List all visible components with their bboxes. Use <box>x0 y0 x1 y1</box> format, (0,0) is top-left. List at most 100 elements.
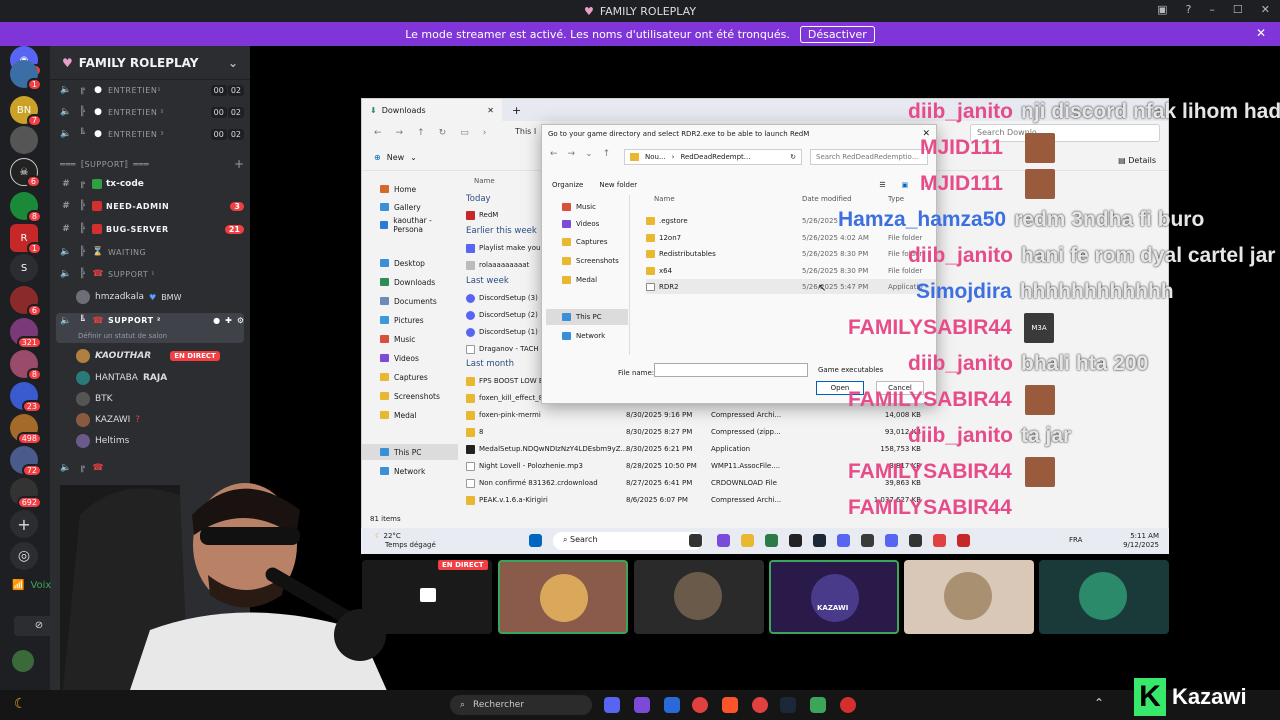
column-header-name[interactable]: Name <box>474 177 495 185</box>
refresh-icon[interactable]: ↻ <box>790 153 796 161</box>
language-indicator[interactable]: FRA <box>1069 536 1082 544</box>
help-icon[interactable]: ? <box>1186 3 1192 16</box>
nav-captures[interactable]: Captures <box>546 234 628 250</box>
add-server-button[interactable]: + <box>10 510 38 538</box>
nav-pictures[interactable]: Pictures <box>362 312 458 328</box>
app-icon[interactable] <box>634 697 650 713</box>
app-icon[interactable] <box>664 697 680 713</box>
plus-icon[interactable]: + <box>234 157 244 171</box>
explore-button[interactable]: ◎ <box>10 542 38 570</box>
group-header[interactable]: Earlier this week <box>466 226 537 236</box>
voice-user[interactable]: HANTABA RAJA <box>76 369 167 387</box>
file-row[interactable]: Non confirmé 831362.crdownload 8/27/2025 … <box>466 475 1166 491</box>
column-header-type[interactable]: Type <box>888 195 904 203</box>
voice-channel-waiting[interactable]: 🔈 ╠ ⌛ WAITING <box>56 242 244 262</box>
text-channel-need-admin[interactable]: # ╠ NEED-ADMIN 3 <box>56 196 244 216</box>
forward-icon[interactable]: → <box>568 149 576 159</box>
add-user-icon[interactable]: ✚ <box>225 316 232 325</box>
server-icon[interactable]: 72 <box>10 446 42 477</box>
stream-tile[interactable] <box>634 560 764 634</box>
column-header-name[interactable]: Name <box>654 195 675 203</box>
voice-channel-entretien3[interactable]: 🔈 ╚ ● ENTRETIEN ³ 00 02 <box>56 124 244 144</box>
nav-captures[interactable]: Captures <box>362 369 458 385</box>
chat-icon[interactable]: ● <box>213 316 220 325</box>
group-header[interactable]: Last week <box>466 276 509 286</box>
stream-tile[interactable] <box>498 560 628 634</box>
server-icon[interactable]: 8 <box>10 192 42 223</box>
chrome-icon[interactable] <box>692 697 708 713</box>
voice-channel-support1[interactable]: 🔈 ╠ ☎ SUPPORT ¹ <box>56 264 244 284</box>
view-icon[interactable]: ☰ <box>879 181 885 189</box>
maximize-button[interactable]: ☐ <box>1233 3 1243 16</box>
nav-music[interactable]: Music <box>546 199 628 215</box>
guild-header[interactable]: ♥ FAMILY ROLEPLAY ⌄ <box>50 46 250 80</box>
settings-icon[interactable] <box>861 534 874 547</box>
close-button[interactable]: ✕ <box>1261 3 1270 16</box>
nav-screenshots[interactable]: Screenshots <box>546 253 628 269</box>
server-icon[interactable]: 23 <box>10 382 42 413</box>
new-folder-button[interactable]: New folder <box>599 181 637 189</box>
nav-gallery[interactable]: Gallery <box>362 199 458 215</box>
host-search[interactable]: ⌕ Rechercher <box>450 695 592 715</box>
group-header[interactable]: Today <box>466 194 491 204</box>
task-view-icon[interactable] <box>689 534 702 547</box>
channel-status[interactable]: Définir un statut de salon <box>78 332 167 340</box>
tab-downloads[interactable]: ⬇ Downloads ✕ <box>362 99 502 121</box>
address-bar[interactable]: This I <box>512 124 542 142</box>
file-row[interactable]: foxen-pink-mermi 8/30/2025 9:16 PM Compres… <box>466 407 1166 423</box>
taskbar-clock[interactable]: 5:11 AM 9/12/2025 <box>1123 532 1159 550</box>
filename-input[interactable] <box>654 363 808 377</box>
chevron-down-icon[interactable]: ⌄ <box>585 149 593 159</box>
file-row[interactable]: PEAK.v.1.6.a-Kirigiri 8/6/2025 6:07 PM Com… <box>466 492 1166 508</box>
nav-music[interactable]: Music <box>362 331 458 347</box>
banner-close-icon[interactable]: ✕ <box>1256 26 1266 40</box>
minimize-button[interactable]: – <box>1209 3 1215 16</box>
nav-videos[interactable]: Videos <box>546 216 628 232</box>
up-icon[interactable]: ↑ <box>417 128 425 138</box>
path-bar[interactable]: Nou... › RedDeadRedempt... ↻ <box>624 149 802 165</box>
chrome-icon[interactable] <box>933 534 946 547</box>
up-icon[interactable]: ↑ <box>603 149 611 159</box>
redm-icon[interactable] <box>957 534 970 547</box>
text-channel-bug-server[interactable]: # ╠ BUG-SERVER 21 <box>56 219 244 239</box>
chevron-up-icon[interactable]: ⌃ <box>1094 696 1104 710</box>
explorer-icon[interactable] <box>741 534 754 547</box>
disable-streamer-button[interactable]: Désactiver <box>799 25 875 43</box>
search-input[interactable]: Search RedDeadRedemptio... <box>810 149 928 165</box>
nav-medal[interactable]: Medal <box>362 407 458 423</box>
server-icon[interactable]: 1 <box>10 60 42 91</box>
voice-user[interactable]: ƘAOUTHAR EN DIRECT <box>76 347 220 365</box>
nav-screenshots[interactable]: Screenshots <box>362 388 458 404</box>
text-channel-tx-code[interactable]: # ╔ tx-code <box>56 174 244 194</box>
camera-off-button[interactable]: ⊘ <box>14 616 64 636</box>
nav-downloads[interactable]: Downloads <box>362 274 458 290</box>
start-icon[interactable] <box>529 534 542 547</box>
server-icon[interactable]: 498 <box>10 414 42 445</box>
avatar[interactable] <box>12 650 34 672</box>
dialog-file-row[interactable]: RDR2 5/26/2025 5:47 PM Applicatio <box>646 279 936 294</box>
stream-tile[interactable] <box>1039 560 1169 634</box>
stream-tile[interactable]: KAZAWI <box>769 560 899 634</box>
preview-icon[interactable]: ▣ <box>902 181 909 189</box>
dialog-file-row[interactable]: Redistributables 5/26/2025 8:30 PM File fo… <box>646 246 936 261</box>
server-icon[interactable]: BN 7 <box>10 96 42 127</box>
brave-icon[interactable] <box>722 697 738 713</box>
forward-icon[interactable]: → <box>396 128 404 138</box>
stream-tile[interactable] <box>904 560 1034 634</box>
nav-onedrive[interactable]: kaouthar - Persona <box>362 216 458 234</box>
taskbar-search[interactable]: ⌕ Search <box>553 532 703 550</box>
discord-icon[interactable] <box>885 534 898 547</box>
file-row[interactable]: Night Lovell - Polozhenie.mp3 8/28/2025 1… <box>466 458 1166 474</box>
voice-channel-entretien2[interactable]: 🔈 ╠ ● ENTRETIEN ² 00 02 <box>56 102 244 122</box>
back-icon[interactable]: ← <box>550 149 558 159</box>
server-icon[interactable]: 321 <box>10 318 42 349</box>
discord-icon[interactable] <box>837 534 850 547</box>
dialog-file-row[interactable]: x64 5/26/2025 8:30 PM File folder <box>646 263 936 278</box>
server-icon[interactable]: 8 <box>10 350 42 381</box>
nav-desktop[interactable]: Desktop <box>362 255 458 271</box>
app-icon[interactable] <box>765 534 778 547</box>
discord-icon[interactable] <box>604 697 620 713</box>
voice-channel-entretien1[interactable]: 🔈 ╔ ● ENTRETIEN¹ 00 02 <box>56 80 244 100</box>
chrome-icon[interactable] <box>752 697 768 713</box>
server-icon[interactable] <box>10 126 38 154</box>
